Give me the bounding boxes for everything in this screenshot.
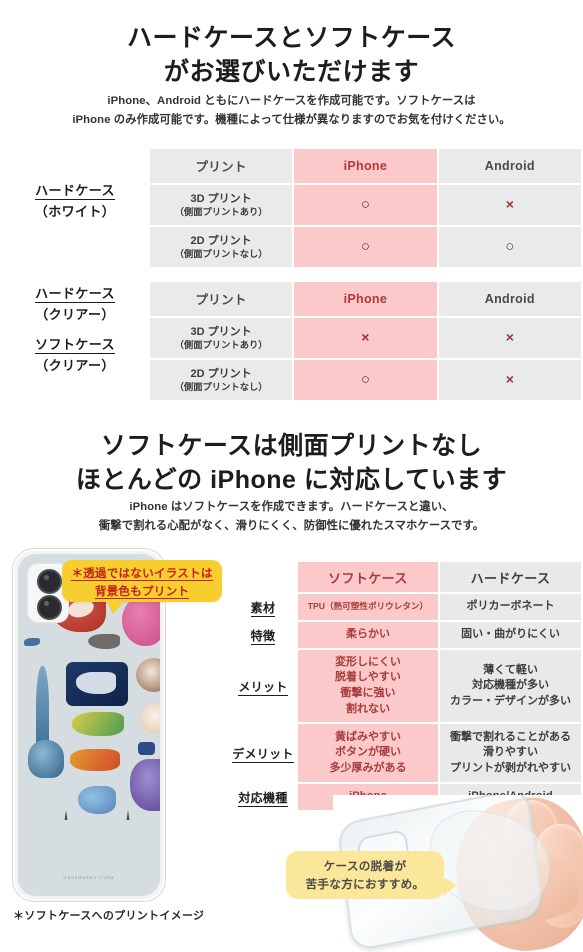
row-print-sub: （側面プリントあり）: [174, 340, 268, 351]
shell-fossil-sticker: [140, 704, 160, 734]
section1-heading-line2: がお選びいただけます: [163, 57, 419, 86]
table-row: 3D プリント （側面プリントあり） ○ ×: [150, 185, 581, 225]
phone-print-area: Choumoken iroha: [18, 554, 160, 896]
softcase-clear-label-main: ソフトケース: [35, 336, 115, 354]
callout-print-line1: ＊透過ではないイラストは: [71, 567, 213, 581]
clearcase-table: プリント iPhone Android 3D プリント （側面プリントあり） ×…: [148, 280, 583, 402]
mark-iphone: ○: [360, 371, 370, 388]
row-label-demerit: デメリット: [232, 746, 294, 763]
row-label-compat: 対応機種: [238, 790, 288, 807]
row-label-merit: メリット: [238, 679, 288, 696]
cell-hard-material: ポリカーボネート: [440, 594, 581, 620]
section1-subtext-line2: iPhone のみ作成可能です。機種によって仕様が異なりますのでお気を付けくださ…: [72, 114, 511, 127]
hardcase-white-table: プリント iPhone Android 3D プリント （側面プリントあり） ○…: [148, 147, 583, 269]
camera-lens-icon: [37, 595, 62, 620]
brachiosaurus-body: [28, 740, 64, 778]
table-row: 2D プリント （側面プリントなし） ○ ○: [150, 227, 581, 267]
col-header-softcase: ソフトケース: [297, 562, 439, 592]
callout-tail: [106, 600, 125, 614]
row-print-main: 2D プリント: [190, 367, 252, 380]
cell-soft-material: TPU（熱可塑性ポリウレタン）: [307, 601, 429, 612]
hardcase-clear-label-sub: （クリアー）: [35, 307, 115, 323]
col-header-print: プリント: [195, 293, 247, 307]
section1-heading: ハードケースとソフトケース がお選びいただけます: [0, 22, 583, 89]
hardcase-white-label-main: ハードケース: [35, 183, 115, 200]
section2-heading-line2: ほとんどの iPhone に対応しています: [75, 465, 508, 494]
section2-heading-line1: ソフトケースは側面プリントなし: [100, 432, 483, 460]
hardcase-white-row-label: ハードケース （ホワイト）: [2, 182, 148, 222]
mark-android: ×: [505, 371, 514, 387]
pink-dino-sticker: [122, 596, 160, 646]
row-print-sub: （側面プリントなし）: [174, 382, 268, 393]
grass-sticker: [126, 810, 130, 820]
col-header-iphone: iPhone: [343, 159, 388, 173]
stegosaurus-sticker: [72, 712, 124, 736]
cell-soft-demerit: 黄ばみやすい ボタンが硬い 多少厚みがある: [297, 724, 439, 782]
section2-subtext-line2: 衝撃で割れる心配がなく、滑りにくく、防御性に優れたスマホケースです。: [98, 520, 485, 533]
cell-hard-demerit: 衝撃で割れることがある 滑りやすい プリントが剥がれやすい: [440, 724, 581, 782]
illustration-signature: Choumoken iroha: [63, 875, 115, 880]
callout-easy-fit-line2: 苦手な方におすすめ。: [305, 878, 425, 892]
col-header-iphone: iPhone: [343, 292, 388, 306]
mark-android: ○: [505, 238, 515, 255]
table-header-row: プリント iPhone Android: [150, 149, 581, 183]
cell-hard-merit: 薄くて軽い 対応機種が多い カラー・デザインが多い: [440, 650, 581, 722]
section1-heading-line1: ハードケースとソフトケース: [126, 24, 456, 52]
small-dino-sticker: [88, 634, 120, 649]
table-row: 素材 TPU（熱可塑性ポリウレタン） ポリカーボネート: [230, 594, 581, 620]
fish-sticker: [24, 638, 40, 646]
hardcase-white-label-sub: （ホワイト）: [34, 204, 116, 220]
table-row: 3D プリント （側面プリントあり） × ×: [150, 318, 581, 358]
section2-heading: ソフトケースは側面プリントなし ほとんどの iPhone に対応しています: [0, 430, 583, 497]
col-header-hardcase: ハードケース: [440, 562, 581, 592]
mark-android: ×: [505, 196, 514, 212]
mark-iphone: ○: [360, 238, 370, 255]
mark-android: ×: [505, 329, 514, 345]
row-print-sub: （側面プリントあり）: [174, 207, 268, 218]
section1-subtext: iPhone、Android ともにハードケースを作成可能です。ソフトケースは …: [0, 92, 583, 131]
camera-lens-icon: [37, 569, 62, 594]
orange-dino-sticker: [70, 749, 120, 771]
softcase-clear-label-sub: （クリアー）: [35, 358, 115, 374]
row-print-main: 3D プリント: [190, 192, 252, 205]
table-row: 2D プリント （側面プリントなし） ○ ×: [150, 360, 581, 400]
hardcase-clear-label-main: ハードケース: [35, 286, 115, 303]
grass-sticker: [64, 810, 68, 820]
section2-subtext: iPhone はソフトケースを作成できます。ハードケースと違い、 衝撃で割れる心…: [0, 498, 583, 537]
section2-subtext-line1: iPhone はソフトケースを作成できます。ハードケースと違い、: [129, 501, 454, 513]
cell-soft-feature: 柔らかい: [297, 622, 439, 648]
table-row: 特徴 柔らかい 固い・曲がりにくい: [230, 622, 581, 648]
callout-tail: [443, 877, 457, 896]
callout-print-note: ＊透過ではないイラストは 背景色もプリント: [62, 560, 222, 614]
col-header-android: Android: [484, 159, 535, 173]
cell-soft-merit: 変形しにくい 脱着しやすい 衝撃に強い 割れない: [297, 650, 439, 722]
row-print-main: 3D プリント: [190, 325, 252, 338]
table-header-row: ソフトケース ハードケース: [230, 562, 581, 592]
callout-easy-fit-line1: ケースの脱着が: [323, 860, 407, 873]
table-row: デメリット 黄ばみやすい ボタンが硬い 多少厚みがある 衝撃で割れることがある …: [230, 724, 581, 782]
section1-subtext-line1: iPhone、Android ともにハードケースを作成可能です。ソフトケースは: [107, 95, 476, 107]
footnote: ＊ソフトケースへのプリントイメージ: [13, 910, 205, 922]
row-label-material: 素材: [250, 600, 276, 617]
mark-iphone: ×: [361, 329, 370, 345]
badge-sticker: [138, 742, 155, 755]
soft-vs-hard-table: ソフトケース ハードケース 素材 TPU（熱可塑性ポリウレタン） ポリカーボネー…: [228, 560, 583, 812]
col-header-android: Android: [484, 292, 535, 306]
ammonite-sticker: [136, 658, 160, 692]
row-print-sub: （側面プリントなし）: [174, 249, 268, 260]
col-header-print: プリント: [195, 160, 247, 174]
swimming-dino-sticker: [78, 786, 116, 814]
row-print-main: 2D プリント: [190, 234, 252, 247]
row-label-feature: 特徴: [250, 628, 276, 645]
callout-easy-fit: ケースの脱着が 苦手な方におすすめ。: [286, 851, 457, 899]
table-row: メリット 変形しにくい 脱着しやすい 衝撃に強い 割れない 薄くて軽い 対応機種…: [230, 650, 581, 722]
cell-hard-feature: 固い・曲がりにくい: [440, 622, 581, 648]
table-header-row: プリント iPhone Android: [150, 282, 581, 316]
clearcase-row-labels: ハードケース （クリアー） ソフトケース （クリアー）: [2, 285, 148, 376]
fossil-bones: [76, 672, 116, 694]
mark-iphone: ○: [360, 196, 370, 213]
product-info-graphic: ハードケースとソフトケース がお選びいただけます iPhone、Android …: [0, 0, 583, 952]
triceratops-sticker: [130, 759, 160, 811]
callout-print-line2: 背景色もプリント: [94, 585, 190, 600]
